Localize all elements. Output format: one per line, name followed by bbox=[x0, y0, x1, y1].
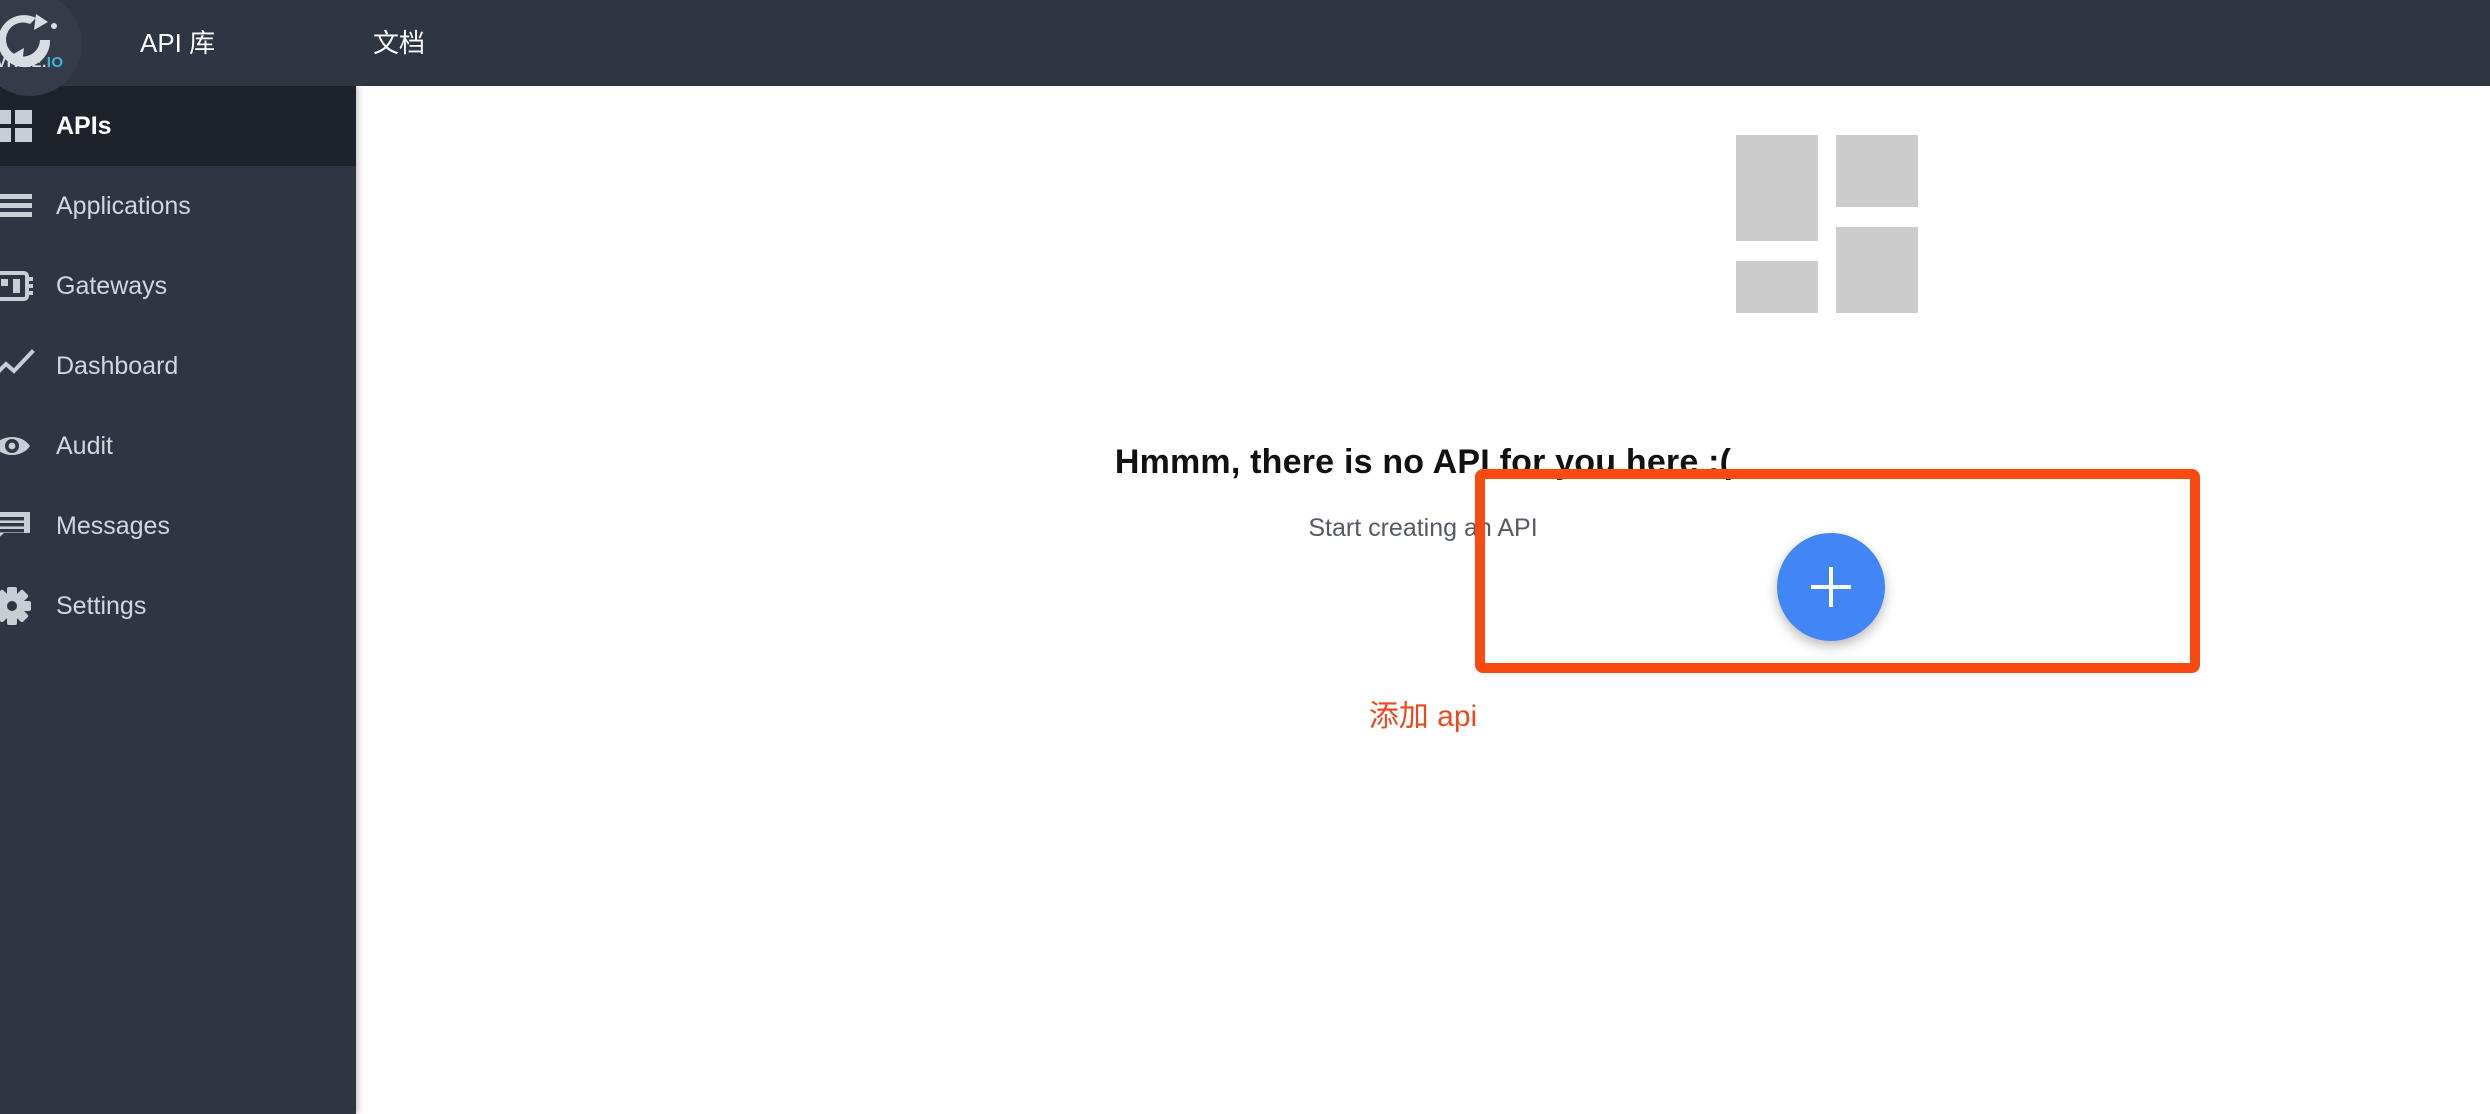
sidebar-item-apis[interactable]: APIs bbox=[0, 86, 356, 166]
sidebar-item-settings[interactable]: Settings bbox=[0, 566, 356, 646]
line-chart-icon bbox=[0, 344, 42, 388]
sidebar-item-audit[interactable]: Audit bbox=[0, 406, 356, 486]
plus-icon-vertical bbox=[1829, 567, 1833, 607]
sidebar-item-messages[interactable]: Messages bbox=[0, 486, 356, 566]
sidebar-item-label: Messages bbox=[56, 511, 170, 540]
sidebar-item-label: APIs bbox=[56, 111, 112, 140]
add-api-fab[interactable] bbox=[1777, 533, 1885, 641]
sidebar: APIs Applications Gateways Dashboard Aud… bbox=[0, 86, 356, 1114]
sidebar-item-label: Gateways bbox=[56, 271, 168, 300]
annotation-caption: 添加 api bbox=[1368, 700, 1478, 733]
gravitee-logo-icon: AVITEE.IO bbox=[0, 0, 82, 96]
sidebar-item-label: Settings bbox=[56, 591, 147, 620]
gear-icon bbox=[0, 584, 42, 628]
sidebar-item-applications[interactable]: Applications bbox=[0, 166, 356, 246]
gateway-chip-icon bbox=[0, 264, 42, 308]
brand-logo[interactable]: AVITEE.IO bbox=[0, 0, 82, 96]
eye-icon bbox=[0, 424, 42, 468]
top-bar: AVITEE.IO API 库 文档 bbox=[0, 0, 2490, 96]
grid-blocks-icon bbox=[0, 104, 42, 148]
speech-bubble-icon bbox=[0, 504, 42, 548]
app-root: AVITEE.IO API 库 文档 APIs bbox=[0, 0, 2490, 1114]
sidebar-item-gateways[interactable]: Gateways bbox=[0, 246, 356, 326]
sidebar-item-label: Audit bbox=[56, 431, 113, 460]
sidebar-item-dashboard[interactable]: Dashboard bbox=[0, 326, 356, 406]
topnav-item-documentation[interactable]: 文档 bbox=[363, 0, 435, 86]
four-blocks-placeholder-icon bbox=[1736, 135, 1926, 313]
sidebar-item-label: Dashboard bbox=[56, 351, 179, 380]
sidebar-item-label: Applications bbox=[56, 191, 191, 220]
topnav-item-api-library[interactable]: API 库 bbox=[130, 0, 225, 86]
list-lines-icon bbox=[0, 184, 42, 228]
brand-name: AVITEE.IO bbox=[0, 54, 64, 71]
main-content: Hmmm, there is no API for you here :( St… bbox=[356, 86, 2490, 1114]
